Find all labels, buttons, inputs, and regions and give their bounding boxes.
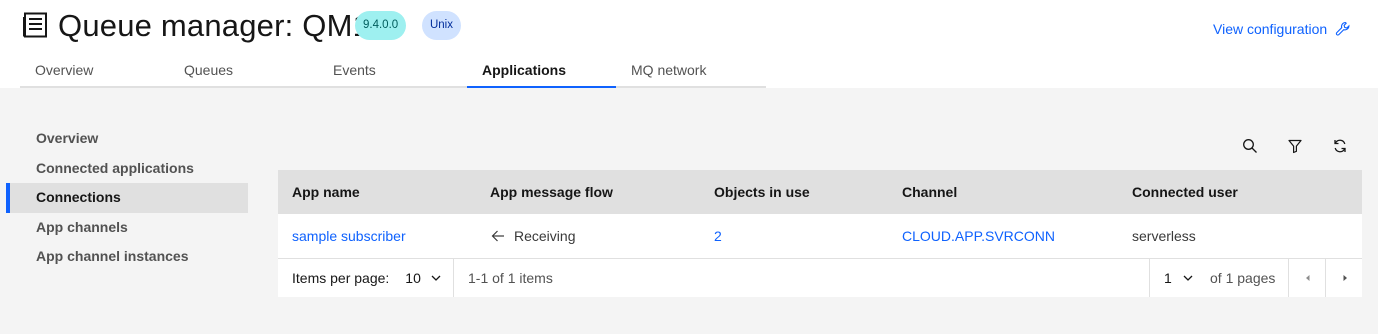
tab-bar: Overview Queues Events Applications MQ n… xyxy=(20,54,766,88)
table-header: App name App message flow Objects in use… xyxy=(278,170,1362,214)
items-per-page-label: Items per page: xyxy=(292,270,390,286)
column-header-connected-user[interactable]: Connected user xyxy=(1118,170,1362,214)
refresh-icon xyxy=(1332,138,1348,159)
channel-link[interactable]: CLOUD.APP.SVRCONN xyxy=(902,228,1055,244)
chevron-down-icon xyxy=(421,272,442,284)
items-per-page-select[interactable]: 10 xyxy=(405,270,442,286)
tab-mq-network[interactable]: MQ network xyxy=(616,54,766,88)
page-header: Queue manager: QM1 9.4.0.0 Unix View con… xyxy=(0,0,1378,88)
objects-in-use-cell: 2 xyxy=(700,214,888,258)
sidenav-item-app-channel-instances[interactable]: App channel instances xyxy=(6,242,248,272)
filter-button[interactable] xyxy=(1283,136,1307,160)
caret-right-icon xyxy=(1340,273,1350,283)
platform-tag: Unix xyxy=(422,11,461,40)
column-header-objects-in-use[interactable]: Objects in use xyxy=(700,170,888,214)
of-pages-text: of 1 pages xyxy=(1210,270,1276,286)
search-icon xyxy=(1242,138,1258,159)
message-flow-text: Receiving xyxy=(514,227,576,244)
sidenav-item-overview[interactable]: Overview xyxy=(6,124,248,154)
column-header-app-message-flow[interactable]: App message flow xyxy=(476,170,700,214)
channel-cell: CLOUD.APP.SVRCONN xyxy=(888,214,1118,258)
tab-applications[interactable]: Applications xyxy=(467,54,616,88)
sidenav-item-app-channels[interactable]: App channels xyxy=(6,213,248,243)
page-number-select[interactable]: 1 xyxy=(1164,259,1194,297)
queue-manager-icon xyxy=(22,12,48,38)
sidenav-item-connections[interactable]: Connections xyxy=(6,183,248,213)
refresh-button[interactable] xyxy=(1328,136,1352,160)
search-button[interactable] xyxy=(1238,136,1262,160)
app-name-cell: sample subscriber xyxy=(278,214,476,258)
chevron-down-icon xyxy=(1172,272,1194,284)
tab-events[interactable]: Events xyxy=(318,54,467,88)
page-title: Queue manager: QM1 xyxy=(58,8,371,43)
items-range-text: 1-1 of 1 items xyxy=(468,270,553,286)
tab-overview[interactable]: Overview xyxy=(20,54,169,88)
column-header-channel[interactable]: Channel xyxy=(888,170,1118,214)
items-per-page-value: 10 xyxy=(405,270,421,286)
caret-left-icon xyxy=(1303,273,1313,283)
connections-table: App name App message flow Objects in use… xyxy=(278,170,1362,297)
objects-in-use-link[interactable]: 2 xyxy=(714,228,722,244)
divider xyxy=(1149,259,1150,297)
version-tag: 9.4.0.0 xyxy=(355,11,407,40)
table-row: sample subscriber Receiving 2 CLOUD.APP.… xyxy=(278,214,1362,259)
arrow-left-icon xyxy=(490,228,514,244)
divider xyxy=(453,259,454,297)
message-flow-cell: Receiving xyxy=(476,214,700,258)
connected-user-cell: serverless xyxy=(1132,228,1196,244)
column-header-app-name[interactable]: App name xyxy=(278,170,476,214)
previous-page-button[interactable] xyxy=(1289,259,1326,297)
tab-queues[interactable]: Queues xyxy=(169,54,318,88)
side-nav: Overview Connected applications Connecti… xyxy=(6,124,248,272)
next-page-button[interactable] xyxy=(1326,259,1363,297)
content-area: Overview Connected applications Connecti… xyxy=(0,88,1378,334)
view-configuration-link[interactable]: View configuration xyxy=(1213,20,1351,38)
wrench-icon xyxy=(1335,21,1351,37)
app-name-link[interactable]: sample subscriber xyxy=(292,228,406,244)
pagination-bar: Items per page: 10 1-1 of 1 items 1 of 1… xyxy=(278,259,1362,297)
filter-icon xyxy=(1287,138,1303,159)
items-per-page: Items per page: 10 xyxy=(278,259,442,297)
current-page-value: 1 xyxy=(1164,270,1172,286)
view-configuration-label: View configuration xyxy=(1213,21,1328,37)
sidenav-item-connected-applications[interactable]: Connected applications xyxy=(6,154,248,184)
